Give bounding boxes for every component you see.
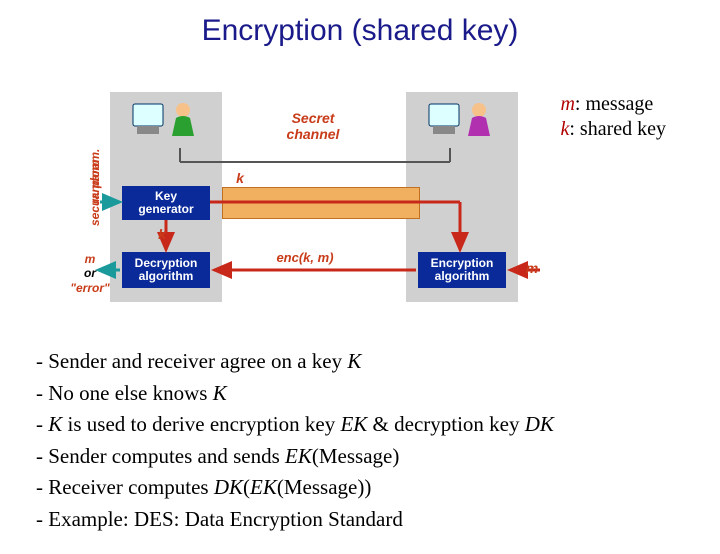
text: K [347,349,361,373]
legend-k-desc: : shared key [569,118,666,140]
text: K [48,412,62,436]
text: - Sender and receiver agree on a key [36,349,347,373]
k-down-label: k [152,226,172,242]
text: - No one else knows [36,381,213,405]
plaintext-in-label: m [522,260,542,276]
list-item: - K is used to derive encryption key EK … [36,409,554,441]
plaintext-out-label: m or "error" [62,252,118,295]
text: - Receiver computes [36,475,214,499]
legend-m-desc: : message [575,93,653,115]
text: - Sender computes and sends [36,444,285,468]
text: EK [285,444,312,468]
text: EK [340,412,367,436]
explanation-list: - Sender and receiver agree on a key K -… [36,346,554,535]
text: is used to derive encryption key [62,412,340,436]
text: - Example: DES: Data Encryption Standard [36,507,403,531]
text: EK [250,475,277,499]
text: - [36,412,48,436]
text: K [213,381,227,405]
text: DK [214,475,243,499]
ciphertext-label: enc(k, m) [260,250,350,265]
diagram-arrows [90,92,550,302]
legend-k: k: shared key [560,117,666,142]
out-error: "error" [70,281,109,295]
text: & decryption key [367,412,524,436]
text: (Message)) [277,475,371,499]
list-item: - Sender computes and sends EK(Message) [36,441,554,473]
legend: m: message k: shared key [560,92,666,142]
text: ( [243,475,250,499]
list-item: - No one else knows K [36,378,554,410]
list-item: - Receiver computes DK(EK(Message)) [36,472,554,504]
list-item: - Example: DES: Data Encryption Standard [36,504,554,536]
text: DK [525,412,554,436]
out-m: m [85,252,96,266]
out-or: or [84,266,96,280]
text: (Message) [312,444,399,468]
random-param-label-b: secur. param. [88,196,102,226]
k-channel-label: k [230,170,250,186]
encryption-diagram: Secret channel Key generator Decryption … [90,92,550,302]
legend-m: m: message [560,92,666,117]
legend-m-var: m [560,93,574,115]
page-title: Encryption (shared key) [0,14,720,48]
list-item: - Sender and receiver agree on a key K [36,346,554,378]
